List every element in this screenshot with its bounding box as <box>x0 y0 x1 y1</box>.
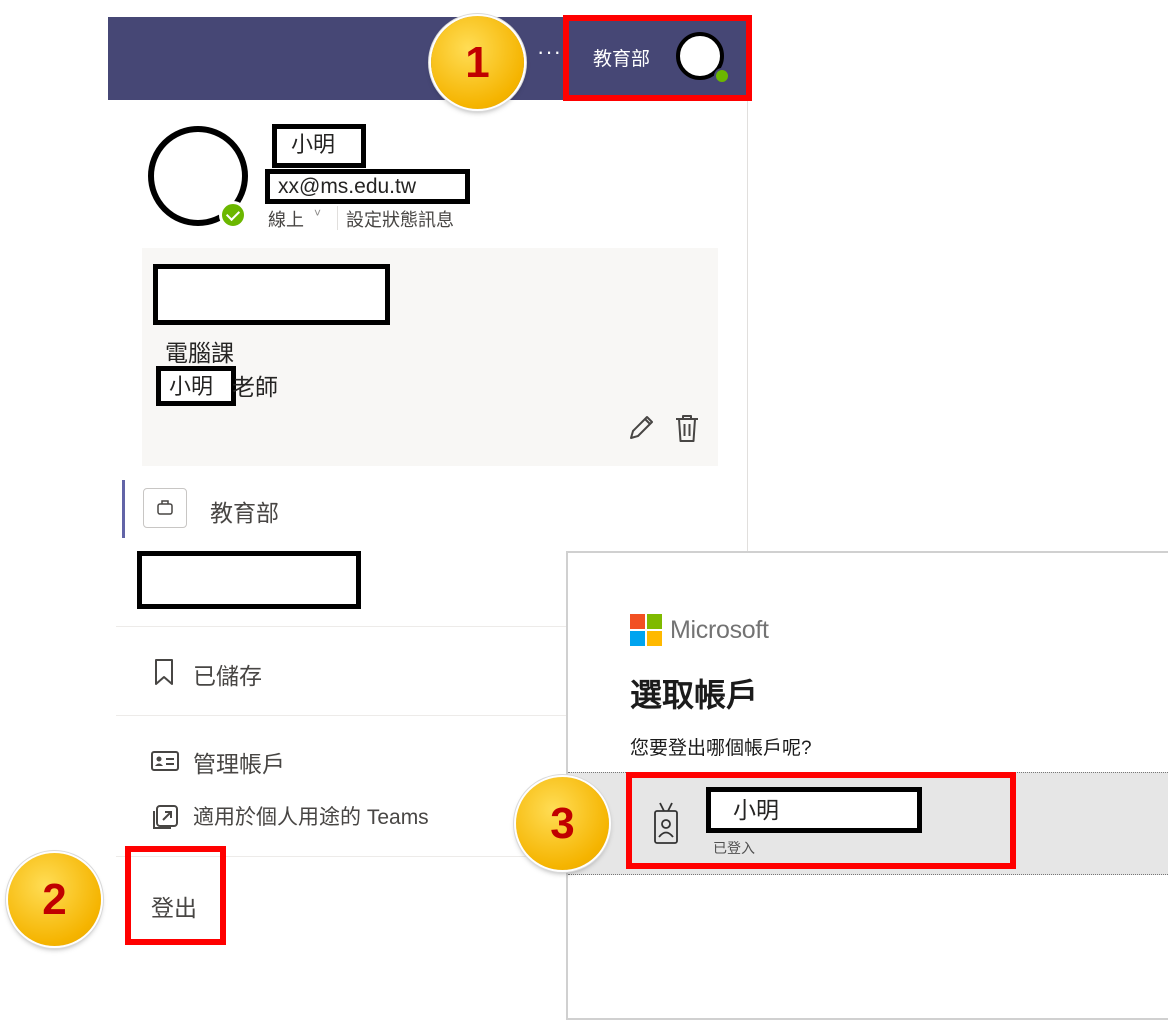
saved-menu-item[interactable]: 已儲存 <box>193 657 262 691</box>
profile-email: xx@ms.edu.tw <box>265 169 470 204</box>
active-org-indicator <box>122 480 125 538</box>
presence-available-icon <box>219 201 247 229</box>
teacher-title: 老師 <box>232 374 278 400</box>
divider <box>116 626 568 627</box>
step-marker-1: 1 <box>431 16 524 109</box>
contact-card-icon <box>151 751 179 771</box>
microsoft-logo-icon <box>630 614 662 646</box>
org-item-icon <box>143 488 187 528</box>
class-subject: 電腦課 <box>165 340 234 366</box>
personal-teams-menu-item[interactable]: 適用於個人用途的 Teams <box>193 801 429 831</box>
manage-account-menu-item[interactable]: 管理帳戶 <box>193 745 285 779</box>
step-marker-2: 2 <box>8 853 101 946</box>
teacher-name: 小明 <box>156 366 236 406</box>
org-item-label[interactable]: 教育部 <box>210 494 279 528</box>
divider <box>337 206 338 230</box>
highlight-box-account <box>626 772 1016 869</box>
divider <box>116 715 568 716</box>
highlight-box-sign-out <box>125 846 226 945</box>
dialog-prompt: 您要登出哪個帳戶呢? <box>630 738 812 759</box>
highlight-box-profile <box>563 15 752 101</box>
more-options-button[interactable]: ··· <box>537 41 562 63</box>
briefcase-icon <box>157 500 173 515</box>
delete-icon[interactable] <box>673 412 701 444</box>
step-marker-3: 3 <box>516 777 609 870</box>
redaction-box <box>137 551 361 609</box>
bookmark-icon <box>155 659 173 685</box>
redaction-box <box>153 264 390 325</box>
open-external-icon <box>153 805 178 829</box>
dialog-title: 選取帳戶 <box>630 677 759 713</box>
edit-icon[interactable] <box>626 413 656 443</box>
status-selector[interactable]: 線上 <box>268 206 304 232</box>
microsoft-brand: Microsoft <box>670 616 769 644</box>
set-status-message-link[interactable]: 設定狀態訊息 <box>346 206 454 232</box>
profile-name: 小明 <box>272 124 366 168</box>
chevron-down-icon[interactable]: ˅ <box>314 206 321 220</box>
